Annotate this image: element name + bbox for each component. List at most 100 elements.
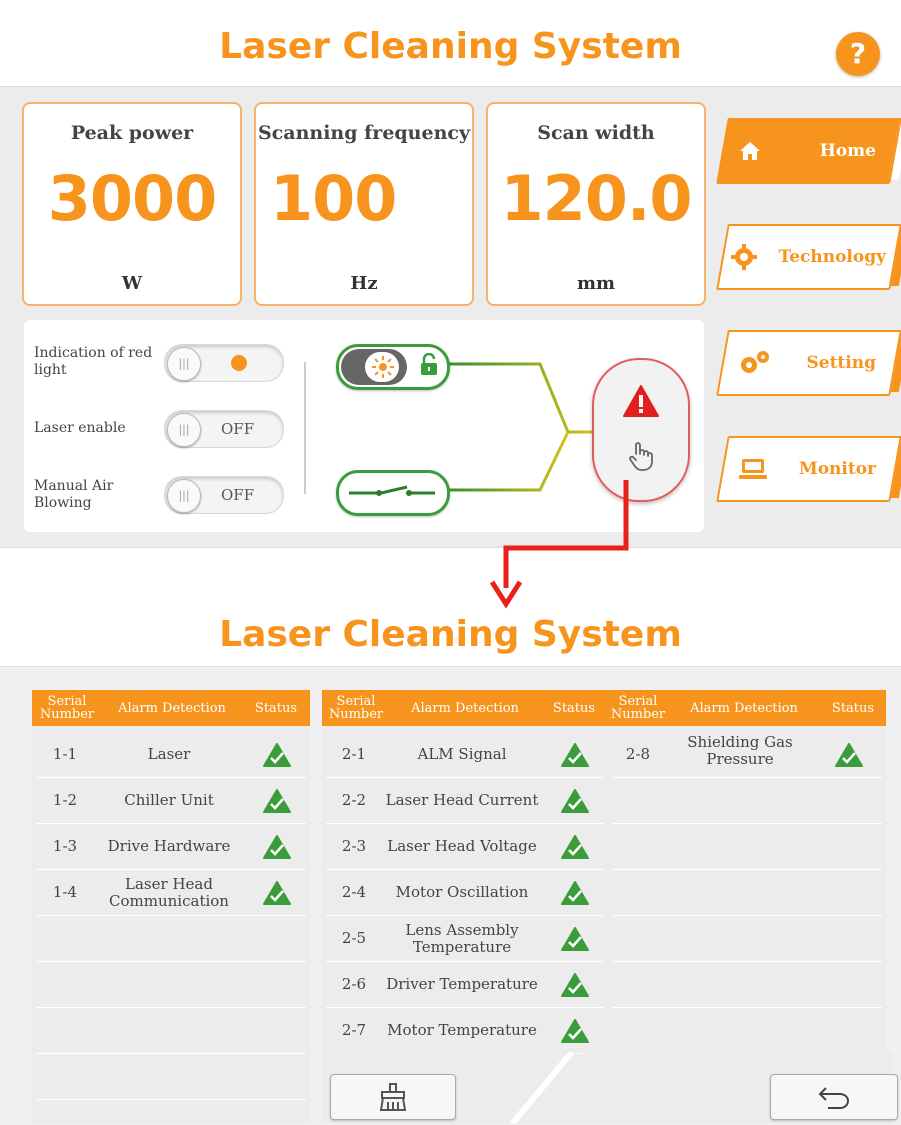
settings-gears-icon — [741, 351, 769, 373]
table-row: 1-3 Drive Hardware — [36, 824, 306, 870]
toggle-on-indicator — [231, 355, 247, 371]
scan-width-label: Scan width — [537, 122, 655, 144]
divider — [304, 362, 306, 494]
gear-icon — [731, 244, 757, 270]
serial-number-cell: 2-8 — [625, 745, 651, 763]
status-ok-icon — [263, 880, 291, 905]
peak-power-value: 3000 — [47, 162, 218, 235]
status-cell — [244, 778, 310, 823]
alarm-detection-cell: Laser Head Communication — [109, 874, 229, 910]
serial-number-cell: 2-4 — [341, 883, 367, 901]
scan-width-card: Scan width 120.0 mm — [486, 102, 706, 306]
table-row — [36, 1008, 306, 1054]
unlock-icon — [421, 353, 437, 375]
col-alarm-detection: Alarm Detection — [668, 690, 820, 726]
col-alarm-detection: Alarm Detection — [390, 690, 540, 726]
switch-symbol-icon — [349, 485, 435, 496]
alarm-detection-cell: Drive Hardware — [107, 837, 231, 855]
nav-monitor-label: Monitor — [798, 459, 876, 479]
serial-number-cell: 1-4 — [52, 883, 78, 901]
serial-number-cell: 2-7 — [341, 1021, 367, 1039]
table-row — [612, 778, 882, 824]
nav-home-label: Home — [819, 141, 876, 161]
status-cell — [542, 916, 608, 961]
hand-pointer-icon — [629, 442, 653, 471]
scan-width-unit: mm — [576, 273, 616, 294]
alarm-detection-cell: Chiller Unit — [124, 791, 214, 809]
air-blowing-toggle[interactable]: ||| OFF — [164, 476, 284, 514]
status-cell — [244, 870, 310, 915]
table-row — [612, 824, 882, 870]
col-serial-number: Serial Number — [32, 690, 102, 726]
status-ok-icon — [835, 742, 863, 767]
alarm-detection-cell: Laser — [147, 745, 191, 763]
peak-power-unit: W — [121, 273, 143, 294]
table-row: 2-3 Laser Head Voltage — [326, 824, 604, 870]
status-ok-icon — [263, 742, 291, 767]
table-row: 2-2 Laser Head Current — [326, 778, 604, 824]
table-row: 2-1 ALM Signal — [326, 732, 604, 778]
alarm-detection-cell: Lens Assembly Temperature — [405, 920, 519, 956]
col-serial-number: Serial Number — [608, 690, 668, 726]
home-icon — [740, 142, 760, 160]
table-row: 2-6 Driver Temperature — [326, 962, 604, 1008]
peak-power-label: Peak power — [70, 122, 194, 144]
table-row: 2-4 Motor Oscillation — [326, 870, 604, 916]
nav-home[interactable]: Home — [716, 118, 901, 184]
status-ok-icon — [561, 742, 589, 767]
scan-width-value: 120.0 — [500, 162, 692, 235]
laser-enable-label: Laser enable — [34, 420, 126, 436]
laser-enable-toggle[interactable]: ||| OFF — [164, 410, 284, 448]
table-row — [612, 962, 882, 1008]
peak-power-card: Peak power 3000 W — [22, 102, 242, 306]
monitor-icon — [739, 459, 767, 479]
status-cell — [244, 824, 310, 869]
clear-button[interactable] — [330, 1074, 456, 1120]
status-cell — [816, 732, 882, 777]
serial-number-cell: 2-6 — [341, 975, 367, 993]
status-cell — [542, 1008, 608, 1053]
air-valve-switch[interactable] — [336, 470, 450, 516]
alarm-detection-cell: Driver Temperature — [386, 975, 538, 993]
table-row — [36, 916, 306, 962]
serial-number-cell: 1-1 — [52, 745, 78, 763]
table-row — [36, 962, 306, 1008]
alarm-detection-cell: Laser Head Current — [385, 791, 539, 809]
col-status: Status — [540, 690, 608, 726]
status-cell — [542, 824, 608, 869]
nav-setting[interactable]: Setting — [716, 330, 901, 396]
serial-number-cell: 2-5 — [341, 929, 367, 947]
table-row: 1-4 Laser Head Communication — [36, 870, 306, 916]
nav-monitor[interactable]: Monitor — [716, 436, 901, 502]
alarm-detection-cell: Laser Head Voltage — [387, 837, 537, 855]
help-button[interactable]: ? — [836, 32, 880, 76]
serial-number-cell: 2-1 — [341, 745, 367, 763]
table-row — [612, 916, 882, 962]
status-ok-icon — [561, 926, 589, 951]
scanning-frequency-value: 100 — [270, 162, 397, 235]
alarm-detection-cell: Shielding Gas Pressure — [687, 733, 793, 768]
nav-technology[interactable]: Technology — [716, 224, 901, 290]
red-light-label: Indication of red light — [34, 345, 153, 378]
alarm-page-title: Laser Cleaning System — [219, 614, 682, 655]
back-button[interactable] — [770, 1074, 898, 1120]
serial-number-cell: 1-3 — [52, 837, 78, 855]
status-ok-icon — [561, 834, 589, 859]
status-ok-icon — [561, 1018, 589, 1043]
table-row: 1-2 Chiller Unit — [36, 778, 306, 824]
status-cell — [244, 732, 310, 777]
alarm-detection-cell: Motor Temperature — [387, 1021, 537, 1039]
nav-setting-label: Setting — [806, 353, 876, 373]
red-light-toggle[interactable]: ||| — [164, 344, 284, 382]
return-arrow-icon — [818, 1087, 849, 1109]
laser-lock-switch[interactable] — [336, 344, 450, 390]
col-serial-number: Serial Number — [322, 690, 390, 726]
page-title: Laser Cleaning System — [219, 26, 682, 67]
scanning-frequency-label: Scanning frequency — [257, 122, 471, 144]
transition-arrow — [489, 480, 629, 609]
status-cell — [542, 778, 608, 823]
col-status: Status — [820, 690, 886, 726]
warning-icon — [623, 385, 659, 417]
table-row: 2-8 Shielding Gas Pressure — [612, 732, 882, 778]
laser-enable-state: OFF — [221, 420, 255, 438]
